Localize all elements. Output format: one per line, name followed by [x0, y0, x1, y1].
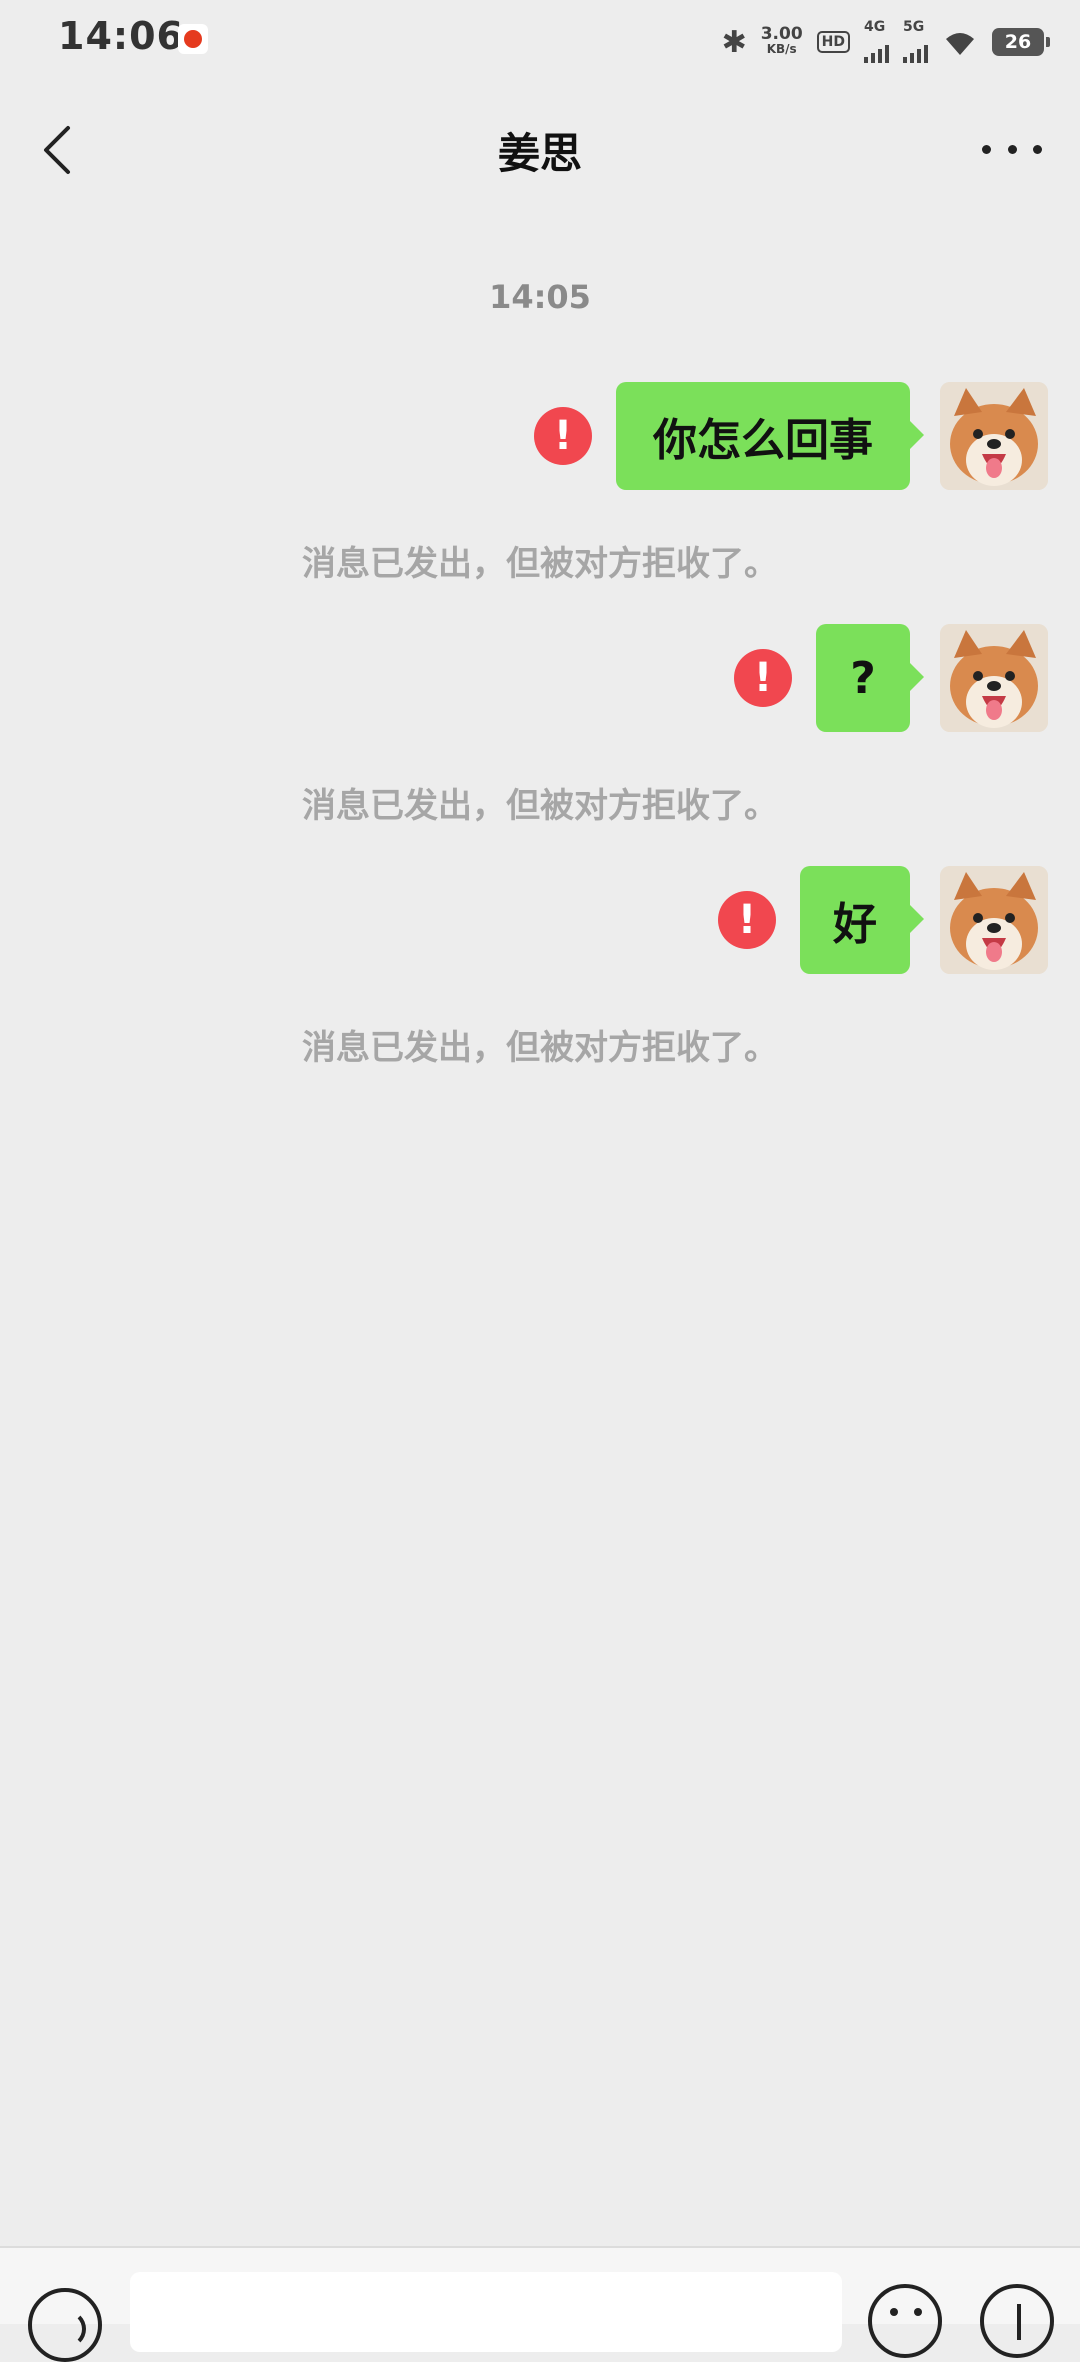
message-bubble[interactable]: 你怎么回事: [616, 382, 924, 490]
shiba-avatar-icon: [940, 624, 1048, 732]
chat-timestamp: 14:05: [489, 278, 591, 316]
message-bubble[interactable]: ?: [816, 624, 924, 732]
message-bubble[interactable]: 好: [800, 866, 924, 974]
chat-header: 姜思: [0, 90, 1080, 210]
message-input[interactable]: [130, 2272, 842, 2352]
message-row: ! 你怎么回事: [534, 382, 1048, 490]
send-failed-icon[interactable]: !: [718, 891, 776, 949]
message-row: ! 好: [718, 866, 1048, 974]
signal-5g-label: 5G: [903, 19, 925, 35]
shiba-avatar-icon: [940, 382, 1048, 490]
avatar[interactable]: [940, 624, 1048, 732]
hd-icon: HD: [816, 31, 850, 53]
status-time: 14:06: [58, 14, 184, 58]
wifi-icon: [946, 33, 974, 55]
status-icons: ✱ 3.00 KB/s HD 4G 5G 26: [721, 19, 1050, 64]
emoji-icon[interactable]: [868, 2284, 942, 2358]
chat-title: 姜思: [497, 129, 582, 178]
avatar[interactable]: [940, 866, 1048, 974]
battery-icon: 26: [992, 28, 1050, 56]
network-speed-value: 3.00: [760, 24, 803, 44]
message-row: ! ?: [734, 624, 1048, 732]
more-options-icon[interactable]: [982, 134, 1042, 164]
network-speed: 3.00 KB/s: [760, 24, 803, 57]
signal-4g-icon: 4G: [864, 19, 889, 63]
rejected-notice: 消息已发出，但被对方拒收了。: [302, 786, 778, 826]
app-notification-icon: [178, 24, 208, 54]
status-bar: 14:06 ✱ 3.00 KB/s HD 4G 5G 26: [0, 0, 1080, 80]
rejected-notice: 消息已发出，但被对方拒收了。: [302, 1028, 778, 1068]
input-bar: [0, 2246, 1080, 2362]
avatar[interactable]: [940, 382, 1048, 490]
voice-input-icon[interactable]: [28, 2288, 102, 2362]
signal-4g-label: 4G: [864, 19, 886, 35]
signal-5g-icon: 5G: [903, 19, 928, 63]
more-actions-plus-icon[interactable]: [980, 2284, 1054, 2358]
send-failed-icon[interactable]: !: [534, 407, 592, 465]
send-failed-icon[interactable]: !: [734, 649, 792, 707]
network-speed-unit: KB/s: [766, 42, 797, 56]
rejected-notice: 消息已发出，但被对方拒收了。: [302, 544, 778, 584]
bluetooth-icon: ✱: [721, 24, 747, 60]
shiba-avatar-icon: [940, 866, 1048, 974]
